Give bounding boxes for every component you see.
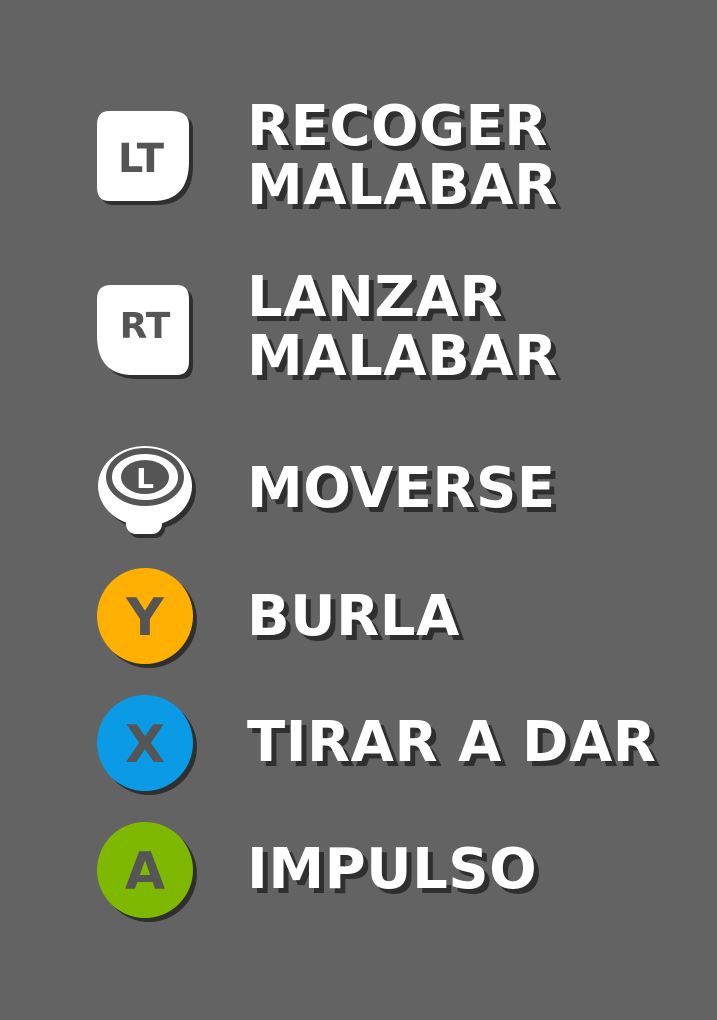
action-label-line: TIRAR A DAR (247, 710, 657, 775)
action-label-recoger-malabar: RECOGER MALABAR (247, 97, 558, 215)
right-trigger-icon: RT (97, 283, 193, 379)
left-stick-icon: L (97, 440, 196, 538)
action-label-line: LANZAR (247, 265, 503, 330)
lt-glyph: LT (118, 136, 165, 182)
y-button-icon: Y (97, 568, 197, 668)
x-button-icon: X (97, 695, 197, 795)
action-label-line: IMPULSO (247, 837, 538, 902)
a-button-icon: A (97, 822, 197, 922)
action-label-moverse: MOVERSE (247, 459, 556, 518)
y-glyph: Y (125, 588, 165, 648)
l-glyph: L (136, 462, 154, 495)
action-label-tirar-a-dar: TIRAR A DAR (247, 713, 656, 772)
action-label-line: MALABAR (247, 153, 558, 218)
action-label-impulso: IMPULSO (247, 840, 537, 899)
rt-glyph: RT (120, 306, 171, 347)
action-label-lanzar-malabar: LANZAR MALABAR (247, 268, 558, 386)
a-glyph: A (125, 842, 165, 902)
action-label-line: MOVERSE (247, 456, 556, 521)
action-label-line: BURLA (247, 584, 460, 649)
left-trigger-icon: LT (97, 109, 193, 205)
action-label-line: RECOGER (247, 94, 548, 159)
action-label-burla: BURLA (247, 587, 460, 646)
action-label-line: MALABAR (247, 324, 558, 389)
x-glyph: X (125, 715, 165, 775)
